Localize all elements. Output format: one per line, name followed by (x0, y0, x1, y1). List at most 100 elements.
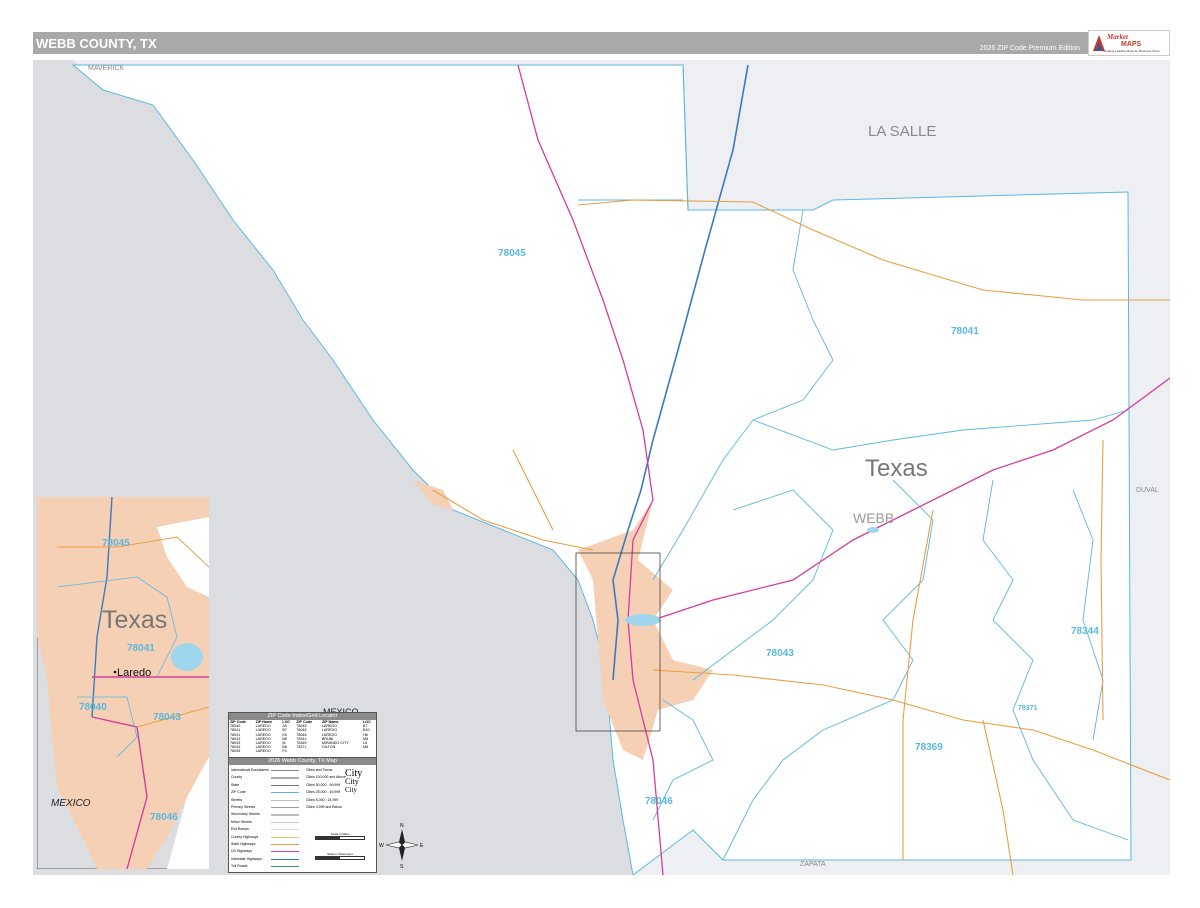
legend-box: 2026 Webb County, TX Map International B… (228, 757, 377, 873)
legend-item: Primary Streets (231, 804, 301, 811)
legend-line-swatch (271, 792, 299, 794)
legend-item-label: Streets (231, 797, 243, 802)
logo-tagline: Creating Leading Maps for Business Since (1103, 49, 1160, 53)
la-salle-label: LA SALLE (868, 123, 936, 140)
inset-mexico-label: MEXICO (51, 798, 91, 809)
legend-city-class: Cities 5,000 - 24,999 (306, 797, 339, 802)
legend-line-swatch (271, 858, 299, 860)
legend-item-label: Exit Ramps (231, 827, 249, 832)
compass-w: W (379, 843, 384, 849)
legend-item: County Highways (231, 834, 301, 841)
legend-line-swatch (271, 799, 299, 801)
legend-line-swatch (271, 777, 299, 779)
inset-zip-78040: 78040 (79, 702, 107, 713)
inset-zip-78041: 78041 (127, 643, 155, 654)
duval-label: DUVAL (1136, 487, 1159, 494)
legend-item: Interstate Highways (231, 856, 301, 863)
maverick-label: MAVERICK (88, 65, 124, 72)
zip-index-row: 78045 LAREDO F4 (229, 749, 376, 753)
legend-item-label: Secondary Streets (231, 812, 260, 817)
legend-items-right: Cities and Towns Cities 100,000 and Above… (306, 767, 346, 811)
legend-line-swatch (271, 821, 299, 823)
legend-item-label: Toll Roads (231, 864, 248, 869)
zip-index-cell (362, 749, 376, 753)
legend-city-class: Cities 4,999 and Below (306, 805, 342, 810)
legend-line-swatch (271, 843, 299, 846)
scale-miles-bar (315, 836, 365, 840)
zip-label-78041: 78041 (951, 326, 979, 337)
legend-item-label: County (231, 775, 243, 780)
legend-item: ZIP Code (231, 789, 301, 796)
legend-line-swatch (271, 836, 299, 838)
legend-line-swatch (271, 814, 299, 816)
edition-label: 2026 ZIP Code Premium Edition (979, 45, 1080, 52)
inset-lake (171, 643, 203, 671)
legend-item: State (231, 782, 301, 789)
zip-label-78344: 78344 (1071, 626, 1099, 637)
zip-label-78043: 78043 (766, 648, 794, 659)
legend-line-swatch (271, 784, 299, 786)
legend-item: Streets (231, 797, 301, 804)
texas-label: Texas (865, 455, 928, 482)
small-lake (867, 527, 879, 533)
zip-index-cell (321, 749, 362, 753)
legend-item-label: State (231, 782, 240, 787)
zip-index-title: ZIP Code Index/Grid Locator (229, 713, 376, 720)
zapata-label: ZAPATA (800, 861, 826, 868)
laredo-inset-map[interactable]: Texas Laredo MEXICO 78045 78041 78040 78… (37, 497, 209, 869)
scale-bars: Scale in Miles Scale in Kilometers (315, 832, 365, 860)
legend-line-swatch (271, 770, 299, 772)
city-sample-2: City (345, 777, 359, 786)
inset-zip-78043: 78043 (153, 712, 181, 723)
city-sample-3: City (345, 786, 358, 794)
legend-item-label: Minor Streets (231, 819, 252, 824)
legend-item: Secondary Streets (231, 811, 301, 818)
zip-index-cell: F4 (282, 749, 287, 754)
inset-zip-78045: 78045 (102, 538, 130, 549)
legend-item: Minor Streets (231, 819, 301, 826)
zip-label-78371: 78371 (1018, 705, 1038, 712)
zip-label-78045: 78045 (498, 248, 526, 259)
map-title: WEBB COUNTY, TX (36, 36, 157, 51)
inset-zip-78046: 78046 (150, 812, 178, 823)
zip-label-78369: 78369 (915, 742, 943, 753)
legend-item: International Boundaries (231, 767, 301, 774)
legend-item-label: Interstate Highways (231, 856, 262, 861)
legend-item: Exit Ramps (231, 826, 301, 833)
market-maps-logo: Market MAPS Creating Leading Maps for Bu… (1088, 30, 1170, 56)
title-bar: WEBB COUNTY, TX 2026 ZIP Code Premium Ed… (33, 32, 1170, 54)
legend-item: US Highways (231, 848, 301, 855)
scale-km-bar (315, 856, 365, 860)
legend-city-class: Cities and Towns (306, 768, 333, 772)
zip-index-cell: 78045 (230, 749, 241, 754)
zip-label-78046: 78046 (645, 796, 673, 807)
legend-item: Toll Roads (231, 863, 301, 870)
zip-index-cell (295, 749, 321, 753)
logo-brand-maps: MAPS (1121, 41, 1142, 48)
legend-city-samples: City City City (345, 769, 362, 795)
legend-line-swatch (271, 866, 299, 868)
zip-index-cell: LAREDO (255, 749, 271, 754)
legend-items-left: International Boundaries County State ZIP C… (231, 767, 301, 870)
legend-item-label: Primary Streets (231, 804, 256, 809)
zip-index-table: ZIP Code ZIP Name LOC ZIP Code ZIP Name LOC 7… (229, 720, 376, 754)
zip-index-box: ZIP Code Index/Grid Locator ZIP Code ZIP … (228, 712, 377, 758)
legend-item-label: International Boundaries (231, 768, 269, 772)
legend-city-class: Cities 50,000 - 99,999 (306, 782, 341, 787)
legend-line-swatch (271, 829, 299, 831)
logo-brand: Market (1107, 33, 1128, 41)
legend-city-class: Cities 100,000 and Above (306, 775, 346, 780)
compass-n: N (400, 823, 404, 829)
legend-item: State Highways (231, 841, 301, 848)
inset-texas-label: Texas (102, 606, 167, 634)
inset-laredo-label: Laredo (117, 667, 151, 679)
laredo-city-dot (113, 670, 117, 674)
legend-title: 2026 Webb County, TX Map (229, 758, 376, 765)
legend-city-class: Cities 25,000 - 49,999 (306, 790, 341, 795)
legend-item-label: US Highways (231, 849, 253, 854)
legend-item: County (231, 774, 301, 781)
legend-item-label: ZIP Code (231, 790, 246, 795)
legend-line-swatch (271, 851, 299, 853)
legend-item-label: State Highways (231, 841, 256, 846)
legend-item-label: County Highways (231, 834, 259, 839)
